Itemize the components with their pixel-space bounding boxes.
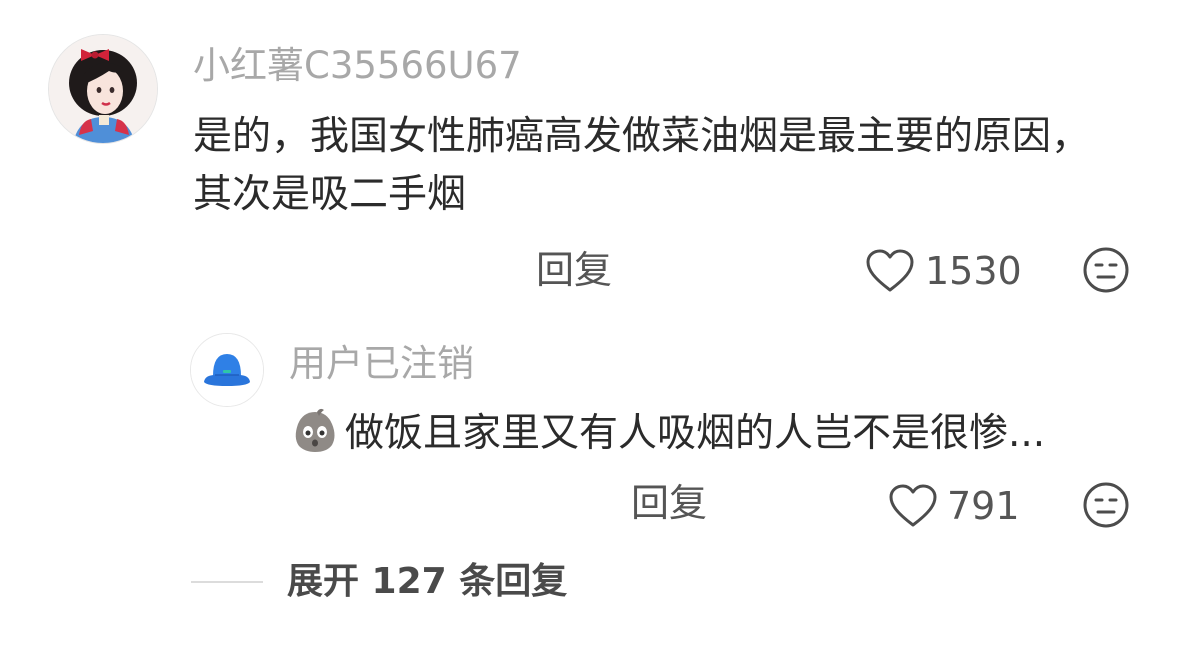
expand-replies-button[interactable]: 展开 127 条回复 xyxy=(287,560,567,604)
snow-white-avatar-icon xyxy=(49,35,157,143)
meh-face-icon[interactable] xyxy=(1082,481,1130,529)
blue-bucket-hat-avatar-icon xyxy=(191,334,263,406)
like-count: 1530 xyxy=(925,249,1022,293)
heart-outline-icon[interactable] xyxy=(887,483,939,529)
reply-reply-button[interactable]: 回复 xyxy=(631,481,707,525)
reply-username[interactable]: 用户已注销 xyxy=(289,342,474,386)
heart-outline-icon[interactable] xyxy=(864,248,916,294)
reply-text-line: 做饭且家里又有人吸烟的人岂不是很惨... xyxy=(289,404,1129,463)
sad-potato-emoji-icon xyxy=(295,408,335,452)
avatar[interactable] xyxy=(48,34,158,144)
reply-text: 做饭且家里又有人吸烟的人岂不是很惨... xyxy=(345,411,1046,456)
reply-like-count: 791 xyxy=(947,484,1020,528)
expand-divider xyxy=(191,581,263,583)
comment-username[interactable]: 小红薯C35566U67 xyxy=(193,44,522,88)
reply-button[interactable]: 回复 xyxy=(536,248,612,292)
meh-face-icon[interactable] xyxy=(1082,246,1130,294)
comment-text: 是的，我国女性肺癌高发做菜油烟是最主要的原因，其次是吸二手烟 xyxy=(193,114,1091,217)
reply-avatar[interactable] xyxy=(190,333,264,407)
